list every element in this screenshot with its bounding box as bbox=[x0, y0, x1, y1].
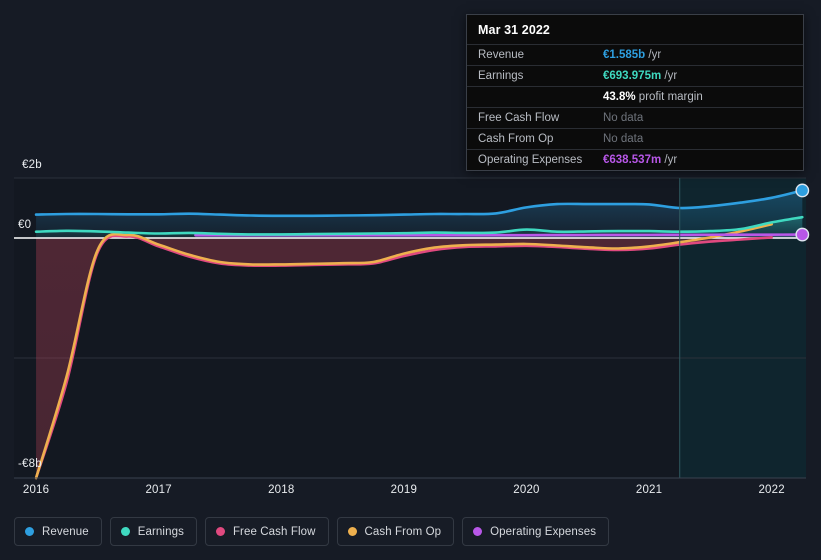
legend-item-free-cash-flow[interactable]: Free Cash Flow bbox=[204, 517, 329, 546]
tooltip-date: Mar 31 2022 bbox=[478, 23, 550, 37]
tooltip-row-label: Revenue bbox=[478, 49, 525, 61]
tooltip-row-value: 43.8% profit margin bbox=[603, 87, 803, 108]
tooltip-row: Free Cash Flow No data bbox=[467, 107, 803, 129]
legend-color-dot-icon bbox=[473, 527, 483, 536]
financial-chart-page: €2b €0 -€8b 2016 2017 2018 2019 2020 2021 2022… bbox=[0, 0, 821, 560]
y-axis-label-top: €2b bbox=[22, 159, 42, 171]
tooltip-row-label: Free Cash Flow bbox=[478, 112, 560, 124]
tooltip-row-amount: €638.537m bbox=[603, 154, 662, 166]
tooltip-row-unit: /yr bbox=[661, 70, 678, 82]
chart-tooltip: Mar 31 2022 Revenue €1.585b /yr Earnings €6… bbox=[466, 14, 804, 171]
tooltip-row: Operating Expenses €638.537m /yr bbox=[467, 149, 803, 171]
legend-color-dot-icon bbox=[347, 527, 357, 536]
tooltip-row-label: Cash From Op bbox=[478, 133, 554, 145]
legend-item-label: Earnings bbox=[137, 525, 184, 538]
legend-item-label: Revenue bbox=[42, 525, 89, 538]
tooltip-row: Revenue €1.585b /yr bbox=[467, 44, 803, 66]
legend-item-earnings[interactable]: Earnings bbox=[109, 517, 197, 546]
tooltip-row-amount: €693.975m bbox=[603, 70, 662, 82]
legend-color-dot-icon bbox=[25, 527, 34, 536]
x-axis-tick-2021: 2021 bbox=[635, 484, 663, 496]
legend-item-label: Free Cash Flow bbox=[232, 525, 316, 538]
tooltip-row-value: €1.585b /yr bbox=[603, 45, 803, 66]
legend-item-label: Operating Expenses bbox=[490, 525, 597, 538]
tooltip-row: Earnings €693.975m /yr bbox=[467, 65, 803, 87]
x-axis-tick-2016: 2016 bbox=[22, 484, 50, 496]
tooltip-row-value: No data bbox=[603, 112, 644, 124]
tooltip-row-amount: €1.585b bbox=[603, 49, 646, 61]
tooltip-row-unit: /yr bbox=[645, 49, 662, 61]
endpoint-marker-revenue[interactable] bbox=[795, 183, 810, 198]
legend-item-revenue[interactable]: Revenue bbox=[14, 517, 102, 546]
legend-item-label: Cash From Op bbox=[364, 525, 442, 538]
legend-item-cash-from-op[interactable]: Cash From Op bbox=[336, 517, 455, 546]
chart-legend[interactable]: Revenue Earnings Free Cash Flow Cash From O… bbox=[14, 517, 610, 546]
tooltip-row-value: €693.975m /yr bbox=[603, 66, 803, 87]
x-axis-tick-2022: 2022 bbox=[758, 484, 785, 496]
tooltip-row: 43.8% profit margin bbox=[467, 86, 803, 108]
endpoint-marker-operating-expenses[interactable] bbox=[795, 227, 810, 242]
y-axis-label-zero: €0 bbox=[18, 219, 32, 231]
legend-item-operating-expenses[interactable]: Operating Expenses bbox=[462, 517, 610, 546]
x-axis-tick-2018: 2018 bbox=[268, 484, 295, 496]
tooltip-row-label: Earnings bbox=[478, 70, 524, 82]
tooltip-row: Cash From Op No data bbox=[467, 128, 803, 150]
profit-margin-value: 43.8% bbox=[603, 91, 636, 103]
x-axis-tick-2020: 2020 bbox=[513, 484, 540, 496]
tooltip-table: Revenue €1.585b /yr Earnings €693.975m /yr 4… bbox=[467, 44, 803, 170]
profit-margin-label: profit margin bbox=[635, 91, 703, 103]
x-axis-tick-2017: 2017 bbox=[145, 484, 172, 496]
tooltip-row-label: Operating Expenses bbox=[478, 154, 583, 166]
legend-color-dot-icon bbox=[215, 527, 225, 536]
legend-color-dot-icon bbox=[120, 527, 130, 536]
tooltip-row-label bbox=[467, 87, 603, 108]
y-axis-label-bottom: -€8b bbox=[18, 458, 42, 470]
tooltip-row-value: €638.537m /yr bbox=[603, 150, 803, 171]
tooltip-row-unit: /yr bbox=[661, 154, 678, 166]
tooltip-row-value: No data bbox=[603, 133, 644, 145]
x-axis-tick-2019: 2019 bbox=[390, 484, 418, 496]
